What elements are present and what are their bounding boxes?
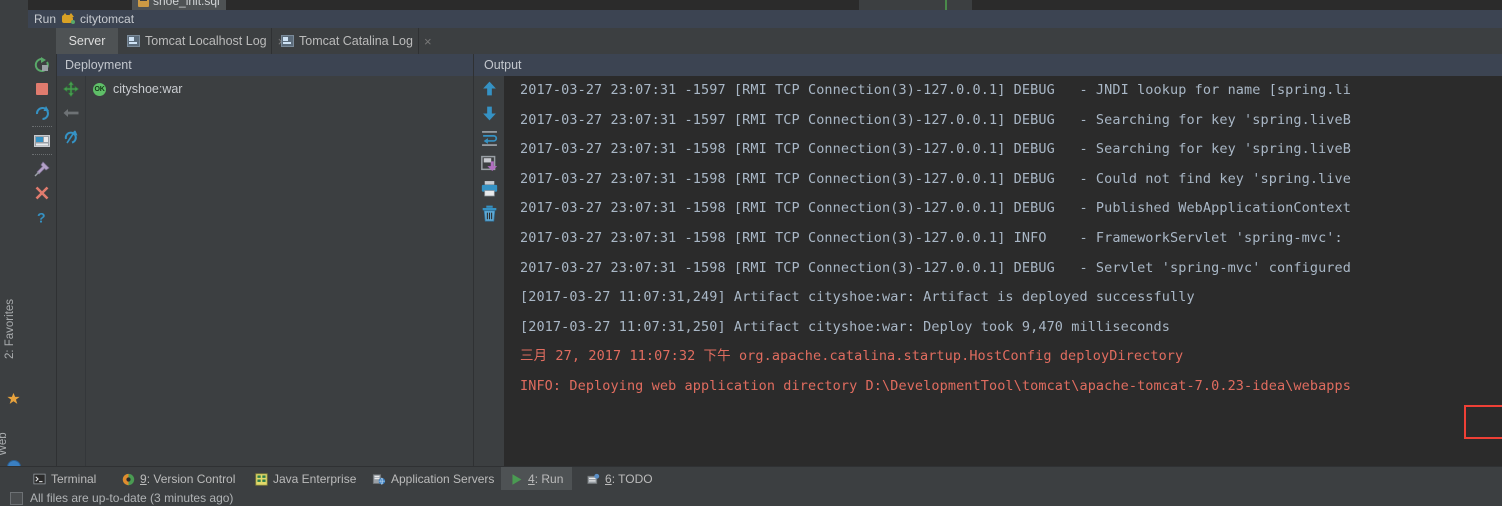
bottom-item-run-mnemonic: 4 <box>528 472 535 486</box>
console-line: [2017-03-27 11:07:31,249] Artifact citys… <box>520 289 1195 306</box>
deployment-artifact-row[interactable]: OK cityshoe:war <box>93 82 182 96</box>
console-line: 2017-03-27 23:07:31 -1598 [RMI TCP Conne… <box>520 141 1351 158</box>
status-bar: All files are up-to-date (3 minutes ago) <box>0 490 1502 506</box>
scroll-down-icon[interactable] <box>481 105 498 122</box>
rerun-icon[interactable] <box>34 57 50 73</box>
terminal-icon <box>33 473 46 485</box>
star-icon <box>7 392 20 404</box>
run-configuration-name: citytomcat <box>80 12 135 26</box>
idea-window: shoe_init.sql 2: Favorites Web Run cityt… <box>0 0 1502 506</box>
deploy-artifact-icon[interactable] <box>63 81 79 97</box>
soft-wrap-icon[interactable] <box>481 130 498 147</box>
tab-tomcat-localhost-log-label: Tomcat Localhost Log <box>145 34 267 48</box>
run-side-toolbar: ? <box>28 54 57 466</box>
console-line: [2017-03-27 11:07:31,250] Artifact citys… <box>520 318 1170 335</box>
console-output[interactable]: 2017-03-27 23:07:31 -1597 [RMI TCP Conne… <box>504 76 1502 466</box>
console-line: INFO: Deploying web application director… <box>520 377 1351 394</box>
deployment-header-label: Deployment <box>65 58 132 72</box>
editor-tab-shoe-init-sql[interactable]: shoe_init.sql <box>132 0 226 10</box>
run-window-header: Run citytomcat <box>28 10 1502 28</box>
editor-area-right <box>972 0 1502 10</box>
todo-icon <box>587 473 600 484</box>
scroll-up-icon[interactable] <box>481 80 498 97</box>
version-control-icon <box>122 473 135 485</box>
left-tool-strip: 2: Favorites Web <box>0 10 29 474</box>
bottom-item-version-control-mnemonic: 9 <box>140 472 147 486</box>
svg-text:?: ? <box>37 210 46 226</box>
export-to-file-icon[interactable] <box>481 155 498 172</box>
console-line: 2017-03-27 23:07:31 -1597 [RMI TCP Conne… <box>520 82 1351 98</box>
undeploy-artifact-icon[interactable] <box>63 105 79 121</box>
log-file-icon <box>281 35 294 47</box>
tab-tomcat-catalina-log[interactable]: Tomcat Catalina Log × <box>272 28 441 54</box>
bottom-item-todo[interactable]: 6: TODO <box>578 467 662 491</box>
close-icon[interactable] <box>34 185 50 201</box>
bottom-item-application-servers[interactable]: Application Servers <box>363 467 503 491</box>
deployment-toolbar <box>57 76 86 466</box>
print-icon[interactable] <box>481 180 498 197</box>
java-enterprise-icon <box>255 472 268 486</box>
application-servers-icon <box>372 473 386 485</box>
editor-marker <box>945 0 947 10</box>
redeploy-icon[interactable] <box>63 129 79 145</box>
editor-tab-strip: shoe_init.sql <box>0 0 1502 10</box>
bottom-item-todo-label: : TODO <box>611 472 653 486</box>
deployment-artifact-label: cityshoe:war <box>113 82 183 96</box>
console-lines: 2017-03-27 23:07:31 -1597 [RMI TCP Conne… <box>504 76 1502 402</box>
console-line: 三月 27, 2017 11:07:32 下午 org.apache.catal… <box>520 348 1184 365</box>
log-file-icon <box>127 35 140 47</box>
bottom-item-java-enterprise-label: Java Enterprise <box>273 472 357 486</box>
bottom-tool-bar: Terminal 9: Version Control Java Enterpr… <box>0 466 1502 491</box>
output-toolbar <box>474 76 504 466</box>
status-bar-text: All files are up-to-date (3 minutes ago) <box>30 491 234 505</box>
tab-server-label: Server <box>68 34 106 48</box>
console-line: 2017-03-27 23:07:31 -1598 [RMI TCP Conne… <box>520 259 1351 276</box>
tomcat-cat-icon <box>61 13 76 25</box>
bottom-item-run[interactable]: 4: Run <box>501 467 573 491</box>
bottom-item-terminal-label: Terminal <box>51 472 97 486</box>
bottom-item-java-enterprise[interactable]: Java Enterprise <box>246 467 365 491</box>
sidebar-item-favorites[interactable]: 2: Favorites <box>4 294 22 364</box>
bottom-item-application-servers-label: Application Servers <box>391 472 495 486</box>
tab-server[interactable]: Server <box>56 28 118 54</box>
run-window-title: Run <box>34 12 57 26</box>
checkbox-icon[interactable] <box>10 491 23 505</box>
sql-file-icon <box>138 0 149 7</box>
editor-tab-label: shoe_init.sql <box>153 0 220 8</box>
restart-icon[interactable] <box>34 105 50 121</box>
deployment-pane: OK cityshoe:war <box>57 76 473 466</box>
console-line: 2017-03-27 23:07:31 -1598 [RMI TCP Conne… <box>520 200 1351 217</box>
run-tool-window: Run citytomcat Server Tomcat Localhost L… <box>28 10 1502 466</box>
console-icon[interactable] <box>34 133 50 149</box>
deployment-pane-header: Deployment <box>57 54 481 76</box>
tab-tomcat-localhost-log[interactable]: Tomcat Localhost Log × <box>118 28 294 54</box>
run-icon <box>512 473 522 485</box>
tab-close-icon[interactable]: × <box>424 35 432 48</box>
run-tabs: Server Tomcat Localhost Log × Tomcat Cat… <box>28 28 1502 54</box>
output-pane-header: Output <box>474 54 1502 76</box>
stop-icon[interactable] <box>34 81 50 97</box>
bottom-item-version-control[interactable]: 9: Version Control <box>113 467 244 491</box>
clear-all-icon[interactable] <box>481 205 498 222</box>
bottom-item-terminal[interactable]: Terminal <box>24 467 105 491</box>
output-header-label: Output <box>484 58 522 72</box>
deploy-duration-highlight <box>1464 405 1502 439</box>
pin-icon[interactable] <box>34 161 50 177</box>
console-line: 2017-03-27 23:07:31 -1598 [RMI TCP Conne… <box>520 229 1351 246</box>
bottom-item-version-control-label: : Version Control <box>146 472 236 486</box>
console-line: 2017-03-27 23:07:31 -1597 [RMI TCP Conne… <box>520 111 1351 128</box>
status-badge: OK <box>93 82 106 96</box>
bottom-item-todo-mnemonic: 6 <box>605 472 612 486</box>
bottom-item-run-label: : Run <box>534 472 564 486</box>
help-icon[interactable]: ? <box>34 209 50 226</box>
tab-tomcat-catalina-log-label: Tomcat Catalina Log <box>299 34 413 48</box>
console-line: 2017-03-27 23:07:31 -1598 [RMI TCP Conne… <box>520 170 1351 187</box>
